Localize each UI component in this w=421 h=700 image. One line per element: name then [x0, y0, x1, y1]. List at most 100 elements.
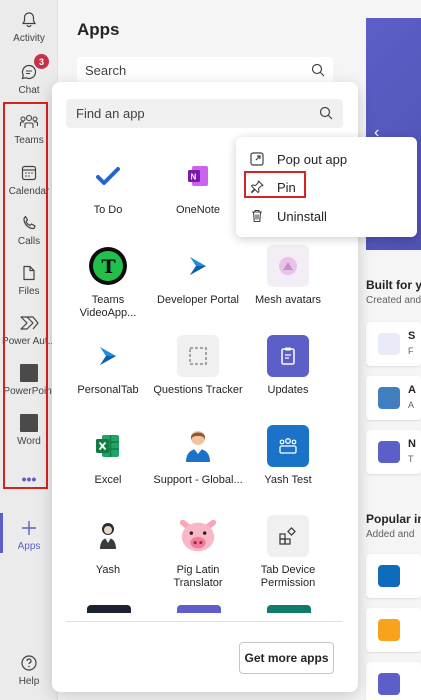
app-tile-pig-latin[interactable]: Pig Latin Translator	[153, 515, 243, 590]
card-title: N	[408, 438, 416, 450]
app-tile-onenote[interactable]: N OneNote	[153, 155, 243, 217]
menu-label: Uninstall	[277, 208, 327, 224]
card-subtitle: F	[408, 346, 414, 356]
help-icon	[19, 653, 39, 673]
app-name: PersonalTab	[77, 384, 139, 396]
app-name: Developer Portal	[157, 294, 239, 306]
plus-icon	[19, 518, 39, 538]
store-card[interactable]: S F	[366, 322, 421, 366]
store-card[interactable]	[366, 554, 421, 598]
search-placeholder: Search	[85, 63, 127, 78]
app-name: Tab Device Permission	[260, 564, 316, 589]
built-for-subtitle: Created and	[366, 295, 421, 306]
rail-label: Activity	[13, 33, 45, 44]
app-name: Pig Latin Translator	[173, 564, 223, 589]
store-card[interactable]: N T	[366, 430, 421, 474]
app-rail: Activity 3 Chat Teams Calendar Calls Fil…	[0, 0, 58, 700]
onenote-icon: N	[177, 155, 219, 197]
app-icon-partial	[177, 605, 221, 613]
app-name: Mesh avatars	[254, 294, 322, 306]
search-icon	[311, 63, 325, 80]
menu-item-pop-out[interactable]: Pop out app	[248, 147, 347, 171]
app-tile-updates[interactable]: Updates	[243, 335, 333, 397]
card-subtitle: T	[408, 454, 414, 464]
svg-text:T: T	[102, 256, 116, 278]
app-name: Questions Tracker	[153, 384, 243, 396]
rail-label: Apps	[17, 541, 41, 552]
app-icon	[378, 673, 400, 695]
personaltab-icon	[87, 335, 129, 377]
gear-icon	[378, 441, 400, 463]
apps-title: Apps	[77, 20, 120, 39]
menu-item-uninstall[interactable]: Uninstall	[248, 204, 327, 228]
questions-tracker-icon	[177, 335, 219, 377]
popular-subtitle: Added and	[366, 529, 415, 540]
find-placeholder: Find an app	[76, 106, 145, 121]
rail-item-help[interactable]: Help	[0, 653, 58, 687]
app-name: Yash	[95, 564, 121, 576]
chat-icon: 3	[19, 54, 49, 82]
app-tile-questions-tracker[interactable]: Questions Tracker	[153, 335, 243, 397]
card-title: S	[408, 330, 416, 342]
app-tile-excel[interactable]: Excel	[63, 425, 153, 487]
trash-icon	[248, 207, 266, 225]
app-name: Updates	[267, 384, 309, 396]
app-name: Yash Test	[264, 474, 312, 486]
app-icon-partial	[267, 605, 311, 613]
app-tile-mesh-avatars[interactable]: Mesh avatars	[243, 245, 333, 307]
bell-icon	[19, 10, 39, 30]
support-agent-icon	[378, 333, 400, 355]
rail-item-activity[interactable]: Activity	[0, 10, 58, 44]
rail-item-chat[interactable]: 3 Chat	[0, 54, 58, 96]
support-agent-icon	[177, 425, 219, 467]
store-card[interactable]	[366, 662, 421, 700]
app-icon	[378, 565, 400, 587]
yash-bot-icon	[87, 515, 129, 557]
app-tile-tab-device-permission[interactable]: Tab Device Permission	[243, 515, 333, 590]
svg-text:N: N	[191, 173, 197, 182]
app-tile-support-global[interactable]: Support - Global...	[153, 425, 243, 487]
find-app-input[interactable]: Find an app	[66, 99, 343, 128]
developer-portal-icon	[177, 245, 219, 287]
apps-grid-icon	[267, 515, 309, 557]
rail-highlight-box	[3, 102, 48, 489]
rail-label: Help	[18, 676, 40, 687]
app-name: To Do	[93, 204, 123, 216]
app-tile-yash[interactable]: Yash	[63, 515, 153, 577]
app-icon	[378, 619, 400, 641]
app-icon-partial	[87, 605, 131, 613]
app-name: OneNote	[175, 204, 221, 216]
app-name: Excel	[94, 474, 122, 486]
store-card[interactable]	[366, 608, 421, 652]
card-title: A	[408, 384, 416, 396]
app-tile-developer-portal[interactable]: Developer Portal	[153, 245, 243, 307]
popular-title: Popular in	[366, 512, 421, 526]
yash-test-icon	[267, 425, 309, 467]
pig-icon	[177, 515, 219, 557]
app-name: Teams VideoApp...	[79, 294, 137, 319]
app-name: Support - Global...	[153, 474, 243, 486]
app-tile-teams-videoapp[interactable]: T Teams VideoApp...	[63, 245, 153, 320]
pop-out-icon	[248, 150, 266, 168]
app-tile-todo[interactable]: To Do	[63, 155, 153, 217]
apps-search-input[interactable]: Search	[77, 57, 333, 84]
card-subtitle: A	[408, 400, 415, 410]
store-card[interactable]: A A	[366, 376, 421, 420]
updates-icon	[267, 335, 309, 377]
search-icon	[319, 106, 333, 123]
app-tile-yash-test[interactable]: Yash Test	[243, 425, 333, 487]
menu-label: Pop out app	[277, 151, 348, 167]
pin-highlight-box	[244, 171, 306, 198]
excel-icon	[87, 425, 129, 467]
divider	[66, 621, 343, 622]
get-more-apps-button[interactable]: Get more apps	[239, 642, 334, 674]
rail-item-apps[interactable]: Apps	[0, 518, 58, 552]
mesh-avatars-icon	[267, 245, 309, 287]
rail-label: Chat	[18, 85, 40, 96]
todo-icon	[87, 155, 129, 197]
unread-badge: 3	[34, 54, 49, 69]
bot-icon	[378, 387, 400, 409]
app-tile-personaltab[interactable]: PersonalTab	[63, 335, 153, 397]
built-for-title: Built for y	[366, 278, 421, 292]
teams-videoapp-icon: T	[87, 245, 129, 287]
